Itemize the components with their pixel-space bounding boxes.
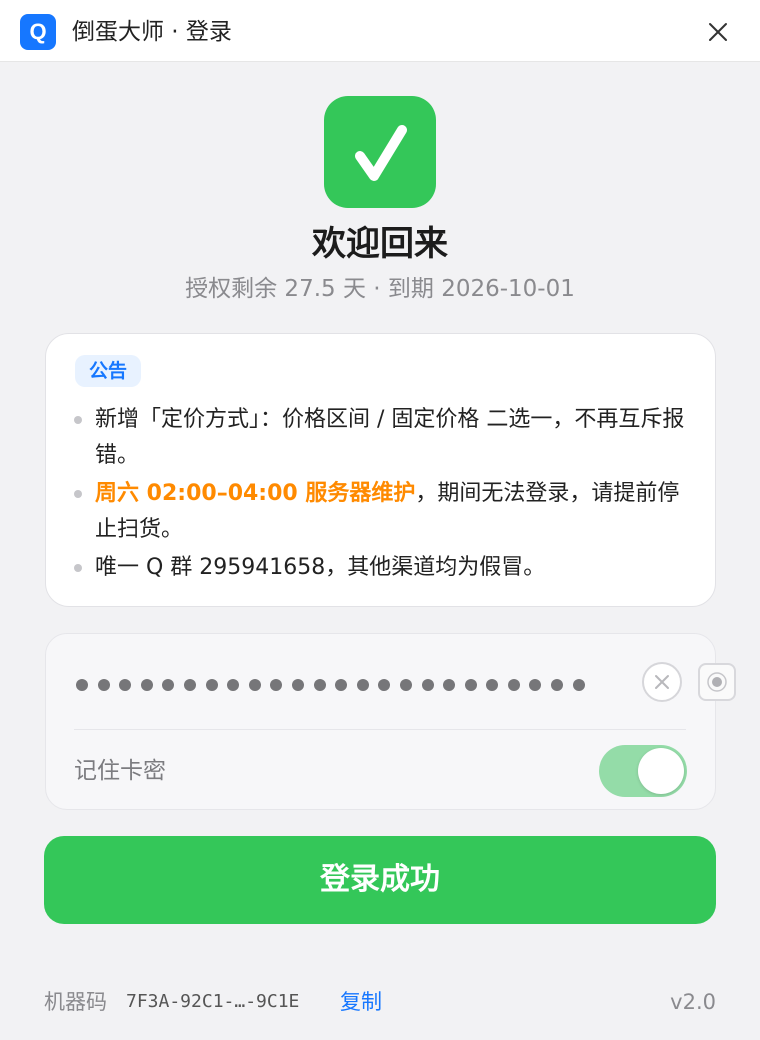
divider bbox=[74, 729, 686, 730]
password-mask-dot bbox=[119, 679, 132, 691]
password-mask-dot bbox=[270, 679, 283, 691]
announcement-text: 新增「定价方式」：价格区间 / 固定价格 二选一，不再互斥报错。 bbox=[95, 407, 685, 468]
password-mask-dot bbox=[140, 679, 153, 691]
password-mask-dot bbox=[464, 679, 477, 691]
password-mask-dot bbox=[97, 679, 110, 691]
eye-icon bbox=[707, 672, 727, 692]
password-mask-dot bbox=[551, 679, 564, 691]
bullet-icon bbox=[74, 564, 82, 572]
checkmark-icon bbox=[355, 125, 407, 181]
close-icon bbox=[709, 23, 727, 41]
announcement-item: 唯一 Q 群 295941658，其他渠道均为假冒。 bbox=[74, 550, 694, 586]
toggle-knob bbox=[638, 748, 684, 794]
password-mask-dot bbox=[356, 679, 369, 691]
bullet-icon bbox=[74, 490, 82, 498]
success-badge bbox=[324, 96, 436, 208]
password-mask-dot bbox=[486, 679, 499, 691]
password-mask-dot bbox=[227, 679, 240, 691]
footer: 机器码 7F3A-92C1-…-9C1E 复制 v2.0 bbox=[44, 984, 716, 1020]
password-mask-dot bbox=[335, 679, 348, 691]
password-mask-dot bbox=[378, 679, 391, 691]
password-mask-dot bbox=[507, 679, 520, 691]
password-mask-dot bbox=[421, 679, 434, 691]
login-button[interactable]: 登录成功 bbox=[44, 836, 716, 924]
password-mask-dot bbox=[572, 679, 585, 691]
maintenance-highlight: 周六 02:00–04:00 服务器维护 bbox=[95, 481, 416, 506]
password-mask-dot bbox=[291, 679, 304, 691]
announcement-card: 公告 新增「定价方式」：价格区间 / 固定价格 二选一，不再互斥报错。 周六 0… bbox=[45, 333, 716, 607]
password-mask-dot bbox=[183, 679, 196, 691]
announcement-list: 新增「定价方式」：价格区间 / 固定价格 二选一，不再互斥报错。 周六 02:0… bbox=[74, 402, 694, 588]
password-mask-dot bbox=[76, 679, 88, 691]
password-mask-dot bbox=[313, 679, 326, 691]
close-button[interactable] bbox=[702, 16, 734, 48]
announcement-badge: 公告 bbox=[75, 355, 142, 387]
announcement-item: 新增「定价方式」：价格区间 / 固定价格 二选一，不再互斥报错。 bbox=[74, 402, 694, 474]
clear-icon bbox=[655, 675, 669, 689]
password-mask-dot bbox=[248, 679, 261, 691]
machine-code-value: 7F3A-92C1-…-9C1E bbox=[126, 991, 300, 1012]
password-mask-dot bbox=[205, 679, 218, 691]
welcome-title: 欢迎回来 bbox=[312, 224, 448, 264]
password-mask-dot bbox=[443, 679, 456, 691]
bullet-icon bbox=[74, 416, 82, 424]
login-form: 记住卡密 bbox=[45, 633, 736, 810]
announcement-item: 周六 02:00–04:00 服务器维护，期间无法登录，请提前停止扫货。 bbox=[74, 476, 694, 548]
remember-key-toggle[interactable] bbox=[599, 745, 687, 797]
announcement-text: 唯一 Q 群 295941658，其他渠道均为假冒。 bbox=[95, 555, 546, 580]
password-mask-dot bbox=[399, 679, 412, 691]
app-logo-icon: Q bbox=[20, 14, 56, 50]
card-key-input[interactable] bbox=[76, 672, 636, 698]
clear-input-button[interactable] bbox=[642, 662, 682, 702]
copy-machine-code-link[interactable]: 复制 bbox=[340, 984, 382, 1020]
password-mask-dot bbox=[162, 679, 175, 691]
password-mask-dot bbox=[529, 679, 542, 691]
title-bar: Q 倒蛋大师 · 登录 bbox=[0, 0, 760, 62]
machine-code-label: 机器码 bbox=[44, 990, 107, 1014]
license-info: 授权剩余 27.5 天 · 到期 2026-10-01 bbox=[185, 276, 575, 302]
window-title: 倒蛋大师 · 登录 bbox=[72, 19, 232, 45]
version-label: v2.0 bbox=[670, 990, 716, 1014]
reveal-password-button[interactable] bbox=[698, 663, 736, 701]
remember-key-label: 记住卡密 bbox=[74, 758, 166, 784]
